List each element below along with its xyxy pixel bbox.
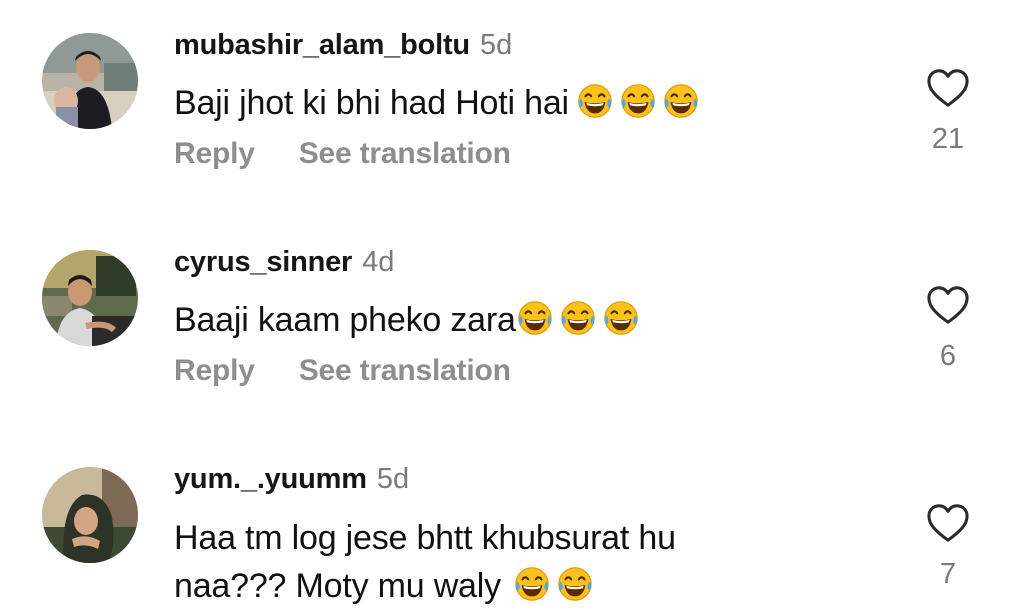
comment-item: yum._.yuumm 5d Haa tm log jese bhtt khubs…	[0, 432, 1024, 613]
like-count: 21	[931, 123, 965, 155]
comment-actions: Reply See translation	[174, 139, 511, 169]
reply-button[interactable]: Reply	[174, 137, 255, 170]
comment-text: Baji jhot ki bhi had Hoti hai	[174, 79, 894, 127]
heart-outline-icon[interactable]	[925, 502, 971, 544]
laughing-emoji-icon	[556, 565, 594, 603]
laughing-emoji-icon	[516, 299, 554, 337]
comment-item: mubashir_alam_boltu 5d Baji jhot ki bhi h…	[0, 0, 1024, 200]
username[interactable]: yum._.yuumm	[174, 463, 367, 495]
like-control: 7	[922, 502, 974, 589]
heart-outline-icon[interactable]	[925, 67, 971, 109]
username[interactable]: mubashir_alam_boltu	[174, 29, 470, 61]
like-count: 6	[939, 340, 957, 372]
laughing-emoji-icon	[602, 299, 640, 337]
timestamp: 5d	[479, 29, 513, 61]
comment-text-content: naa??? Moty mu waly	[174, 567, 501, 605]
comment-text-line: Haa tm log jese bhtt khubsurat hu	[174, 519, 676, 557]
reply-button[interactable]: Reply	[174, 354, 255, 387]
like-control: 21	[922, 67, 974, 154]
laughing-emoji-icon	[559, 299, 597, 337]
laughing-emoji-icon	[576, 82, 614, 120]
laughing-emoji-icon	[662, 82, 700, 120]
see-translation-button[interactable]: See translation	[299, 137, 511, 170]
timestamp: 5d	[376, 463, 410, 495]
like-control: 6	[922, 284, 974, 371]
comment-header: cyrus_sinner 4d	[174, 248, 394, 277]
heart-outline-icon[interactable]	[925, 284, 971, 326]
avatar[interactable]	[42, 467, 138, 563]
username[interactable]: cyrus_sinner	[174, 246, 352, 278]
comment-text-content: Baaji kaam pheko zara	[174, 301, 516, 339]
comment-text-content: Baji jhot ki bhi had Hoti hai	[174, 84, 569, 122]
comment-text-line-2: naa??? Moty mu waly	[174, 562, 894, 610]
comment-text: Baaji kaam pheko zara	[174, 296, 894, 344]
timestamp: 4d	[362, 246, 395, 278]
comment-header: mubashir_alam_boltu 5d	[174, 31, 512, 60]
laughing-emoji-icon	[513, 565, 551, 603]
avatar[interactable]	[42, 250, 138, 346]
see-translation-button[interactable]: See translation	[299, 354, 511, 387]
comment-text: Haa tm log jese bhtt khubsurat hu naa???…	[174, 514, 894, 610]
comment-item: cyrus_sinner 4d Baaji kaam pheko zara Rep…	[0, 216, 1024, 416]
avatar[interactable]	[42, 33, 138, 129]
like-count: 7	[939, 558, 957, 590]
comment-header: yum._.yuumm 5d	[174, 465, 409, 494]
comment-actions: Reply See translation	[174, 356, 511, 386]
laughing-emoji-icon	[619, 82, 657, 120]
